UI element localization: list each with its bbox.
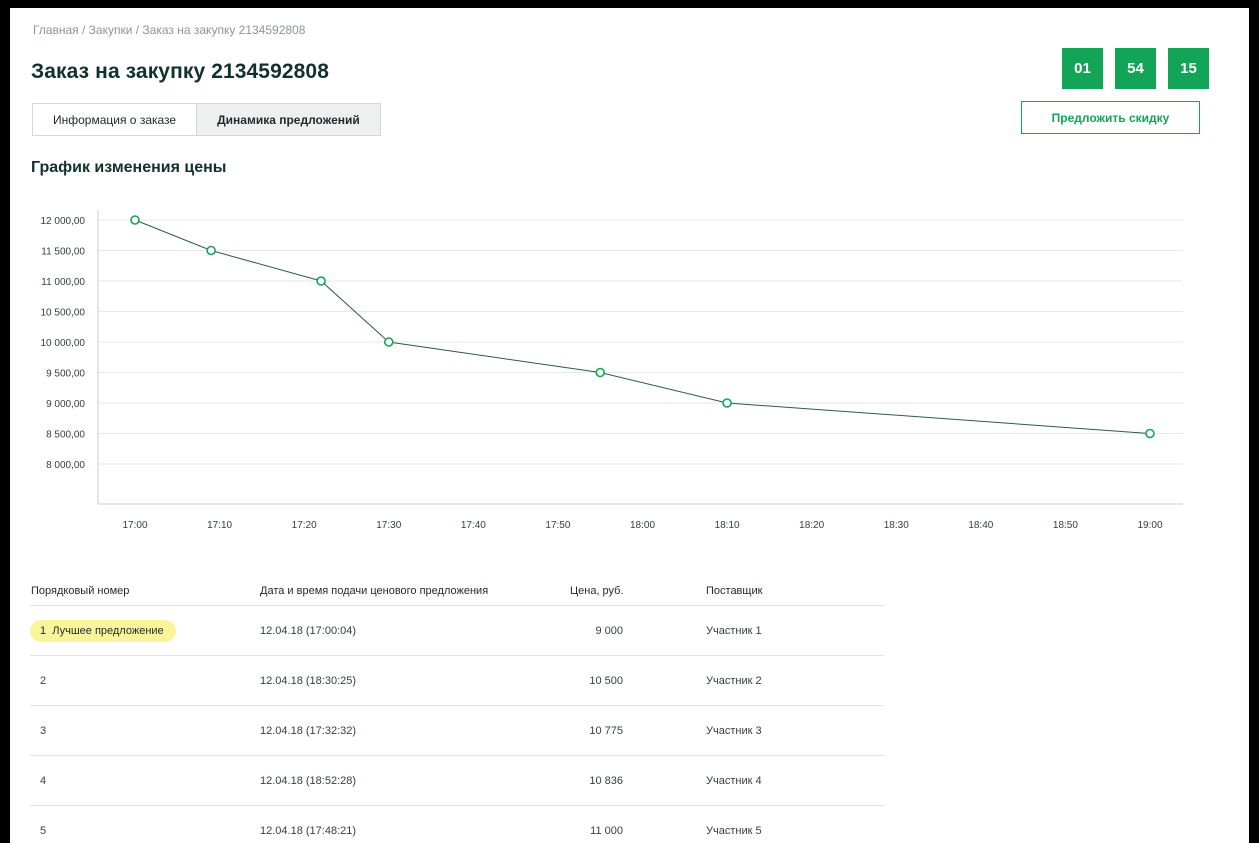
row-price: 10 775 (589, 724, 623, 737)
row-supplier: Участник 3 (706, 724, 762, 737)
y-tick-label: 9 500,00 (46, 369, 85, 380)
x-tick-label: 17:20 (292, 520, 317, 531)
row-datetime: 12.04.18 (18:30:25) (260, 674, 357, 687)
y-tick-label: 12 000,00 (41, 216, 86, 227)
table-row[interactable]: 4 12.04.18 (18:52:28) 10 836 Участник 4 (30, 756, 884, 806)
data-point (595, 367, 606, 378)
table-row[interactable]: 3 12.04.18 (17:32:32) 10 775 Участник 3 (30, 706, 884, 756)
table-row[interactable]: 5 12.04.18 (17:48:21) 11 000 Участник 5 (30, 806, 884, 843)
data-point (383, 337, 394, 347)
data-point (316, 276, 326, 286)
row-number: 5 (40, 824, 47, 837)
countdown-timer: 01 54 15 (1062, 48, 1209, 89)
x-tick-label: 18:00 (630, 520, 655, 531)
x-tick-label: 18:50 (1053, 520, 1078, 531)
x-tick-label: 18:40 (968, 520, 993, 531)
y-tick-label: 8 000,00 (46, 460, 85, 471)
row-datetime: 12.04.18 (17:32:32) (260, 724, 357, 737)
x-tick-label: 17:40 (461, 520, 486, 531)
x-tick-label: 18:30 (884, 520, 909, 531)
y-tick-label: 11 000,00 (41, 277, 85, 288)
data-point (722, 398, 732, 408)
x-tick-label: 18:10 (715, 520, 740, 531)
y-tick-label: 10 500,00 (41, 308, 86, 319)
tab-order-info[interactable]: Информация о заказе (32, 103, 198, 136)
chart-title: График изменения цены (31, 159, 227, 176)
y-tick-label: 9 000,00 (46, 399, 85, 410)
offers-table: Порядковый номер Дата и время подачи цен… (30, 576, 884, 843)
page-title: Заказ на закупку 2134592808 (31, 60, 329, 83)
x-tick-label: 17:30 (376, 520, 401, 531)
row-price: 9 000 (595, 624, 623, 637)
row-number: 4 (40, 774, 47, 787)
price-chart: 12 000,00 11 500,00 11 000,00 10 500,00 10 0… (41, 210, 1183, 531)
row-number: 3 (40, 724, 47, 737)
row-supplier: Участник 4 (706, 774, 762, 787)
row-number: 2 (40, 674, 47, 687)
x-tick-label: 17:50 (545, 520, 570, 531)
header-price: Цена, руб. (570, 584, 624, 597)
row-datetime: 12.04.18 (18:52:28) (260, 774, 357, 787)
row-number: 1 Лучшее предложение (30, 619, 260, 642)
header-datetime: Дата и время подачи ценового предложения (260, 584, 489, 597)
x-tick-label: 19:00 (1137, 520, 1162, 531)
best-offer-badge: 1 Лучшее предложение (30, 619, 176, 642)
row-supplier: Участник 1 (706, 624, 762, 637)
header-supplier: Поставщик (706, 584, 763, 597)
breadcrumb[interactable]: Главная / Закупки / Заказ на закупку 213… (33, 23, 305, 37)
data-point (206, 245, 216, 256)
row-number-value: 1 (40, 624, 47, 637)
row-price: 11 000 (590, 824, 623, 837)
x-tick-label: 18:20 (799, 520, 824, 531)
timer-minutes: 54 (1115, 48, 1156, 89)
row-datetime: 12.04.18 (17:48:21) (260, 824, 357, 837)
page-frame: Главная / Закупки / Заказ на закупку 213… (10, 8, 1249, 843)
best-offer-label: Лучшее предложение (52, 624, 164, 637)
row-datetime: 12.04.18 (17:00:04) (260, 624, 357, 637)
row-supplier: Участник 5 (706, 824, 762, 837)
header-number: Порядковый номер (31, 584, 130, 597)
row-supplier: Участник 2 (706, 674, 762, 687)
y-tick-label: 8 500,00 (46, 430, 85, 441)
timer-seconds: 15 (1168, 48, 1209, 89)
row-price: 10 836 (589, 774, 623, 787)
offer-discount-button[interactable]: Предложить скидку (1021, 101, 1200, 134)
data-point (130, 215, 140, 225)
table-row[interactable]: 2 12.04.18 (18:30:25) 10 500 Участник 2 (30, 656, 884, 706)
y-tick-label: 10 000,00 (41, 338, 86, 349)
tabs: Информация о заказе Динамика предложений (32, 103, 381, 136)
tab-offer-dynamics[interactable]: Динамика предложений (197, 103, 381, 136)
y-tick-label: 11 500,00 (41, 247, 85, 258)
x-tick-label: 17:00 (122, 520, 147, 531)
series-line (134, 219, 1151, 434)
timer-hours: 01 (1062, 48, 1103, 89)
x-tick-label: 17:10 (207, 520, 232, 531)
table-row[interactable]: 1 Лучшее предложение 12.04.18 (17:00:04)… (30, 606, 884, 656)
row-price: 10 500 (589, 674, 623, 687)
table-header: Порядковый номер Дата и время подачи цен… (30, 576, 884, 606)
data-point (1145, 428, 1155, 439)
